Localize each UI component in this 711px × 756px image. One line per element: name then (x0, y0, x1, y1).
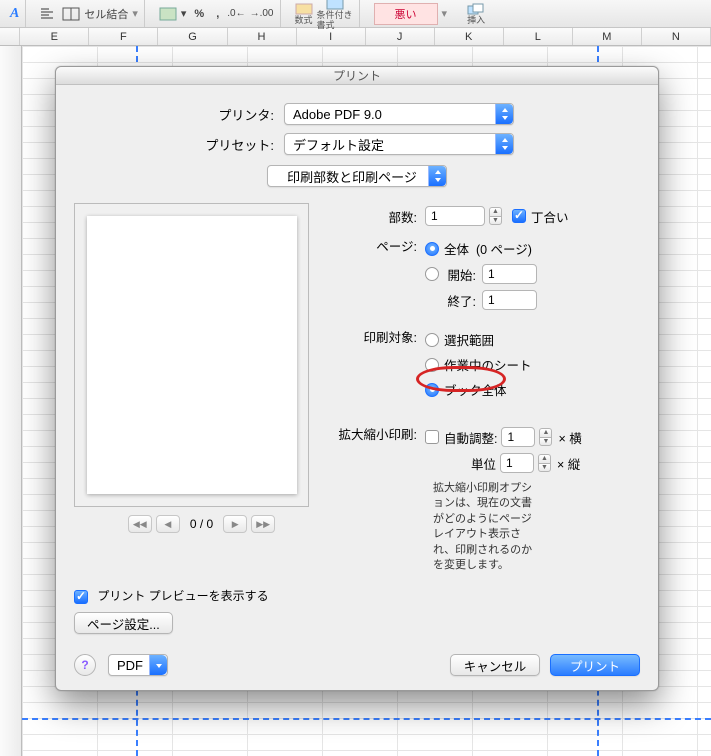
cell-style-bad[interactable]: 悪い (374, 3, 438, 25)
pager-last-button[interactable]: ▶▶ (251, 515, 275, 533)
pager-next-button[interactable]: ▶ (223, 515, 247, 533)
section-select[interactable]: 印刷部数と印刷ページ (267, 165, 447, 187)
preset-select[interactable]: デフォルト設定 (284, 133, 514, 155)
conditional-format-icon (326, 0, 344, 10)
fit-height-input[interactable] (500, 453, 534, 473)
scale-label: 拡大縮小印刷: (329, 424, 425, 443)
target-workbook-radio[interactable] (425, 383, 439, 397)
fit-height-stepper[interactable]: ▲▼ (538, 454, 551, 472)
pages-label: ページ: (329, 236, 425, 255)
scale-note: 拡大縮小印刷オプションは、現在の文書がどのようにページ レイアウト表示され、印刷… (329, 481, 539, 573)
print-dialog: プリント プリンタ: Adobe PDF 9.0 プリセット: デフォルト設定 (55, 66, 659, 691)
copies-input[interactable] (425, 206, 485, 226)
cancel-button[interactable]: キャンセル (450, 654, 540, 676)
fit-width-stepper[interactable]: ▲▼ (539, 428, 552, 446)
target-selection-radio[interactable] (425, 333, 439, 347)
align-icon[interactable] (40, 7, 58, 21)
dialog-title: プリント (333, 67, 381, 84)
pdf-menu-button[interactable]: PDF (108, 654, 168, 676)
chevron-updown-icon (428, 166, 446, 186)
row-headers[interactable] (0, 46, 22, 756)
formula-icon (295, 3, 313, 15)
copies-stepper[interactable]: ▲▼ (489, 207, 502, 225)
pages-count: (0 ページ) (476, 239, 532, 258)
insert-icon (467, 3, 485, 15)
print-button[interactable]: プリント (550, 654, 640, 676)
conditional-format-button[interactable]: 条件付き書式 (317, 0, 353, 30)
chevron-updown-icon (495, 134, 513, 154)
merge-label: セル結合 (84, 6, 128, 22)
help-button[interactable]: ? (74, 654, 96, 676)
preview-pager: ◀◀ ◀ 0 / 0 ▶ ▶▶ (74, 515, 329, 533)
chevron-updown-icon (495, 104, 513, 124)
ribbon: A セル結合 ▾ ▾ % , .0← →.00 数式 条件付き書式 悪い ▾ 挿… (0, 0, 711, 28)
pages-to-input[interactable] (482, 290, 537, 310)
autofit-checkbox[interactable] (425, 430, 439, 444)
print-target-label: 印刷対象: (329, 327, 425, 346)
collate-checkbox[interactable] (512, 209, 526, 223)
printer-select[interactable]: Adobe PDF 9.0 (284, 103, 514, 125)
number-format-icon[interactable] (159, 7, 177, 21)
pager-first-button[interactable]: ◀◀ (128, 515, 152, 533)
dialog-titlebar: プリント (56, 67, 658, 85)
collate-label: 丁合い (531, 207, 569, 226)
printer-label: プリンタ: (74, 105, 284, 124)
fit-width-input[interactable] (501, 427, 535, 447)
insert-button[interactable]: 挿入 (467, 3, 485, 25)
copies-label: 部数: (329, 207, 425, 226)
pager-text: 0 / 0 (190, 517, 213, 531)
chevron-down-icon (149, 655, 167, 675)
show-preview-checkbox[interactable] (74, 590, 88, 604)
print-preview (74, 203, 309, 507)
show-preview-label: プリント プレビューを表示する (97, 589, 268, 603)
pages-from-input[interactable] (482, 264, 537, 284)
preview-page (87, 216, 297, 494)
merge-icon[interactable] (62, 7, 80, 21)
column-headers[interactable]: E F G H I J K L M N (0, 28, 711, 46)
preset-label: プリセット: (74, 135, 284, 154)
page-break-guide (22, 718, 711, 720)
page-setup-button[interactable]: ページ設定... (74, 612, 173, 634)
pages-range-radio[interactable] (425, 267, 439, 281)
font-format-icon[interactable]: A (10, 6, 19, 22)
pager-prev-button[interactable]: ◀ (156, 515, 180, 533)
target-active-sheets-radio[interactable] (425, 358, 439, 372)
pages-all-radio[interactable] (425, 242, 439, 256)
formula-button[interactable]: 数式 (295, 3, 313, 25)
